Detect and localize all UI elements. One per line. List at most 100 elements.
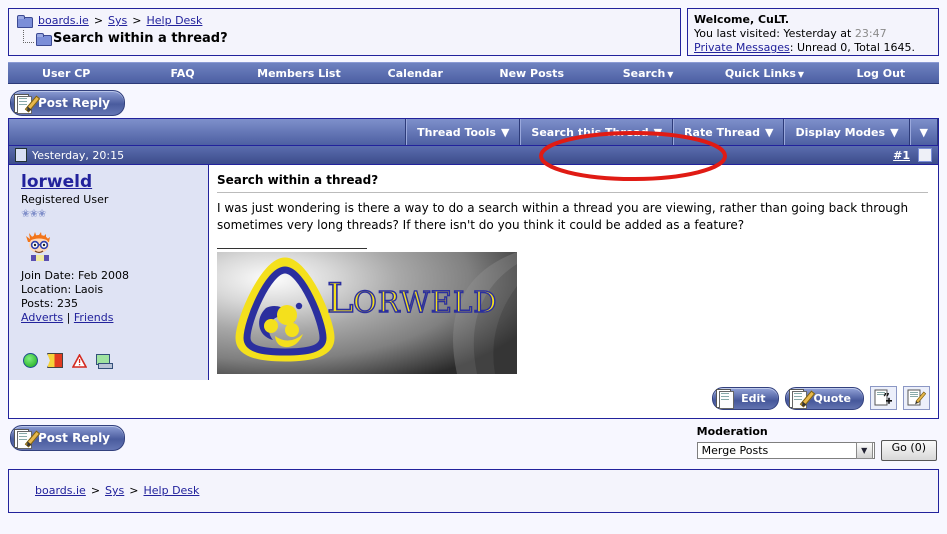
edit-label: Edit xyxy=(741,391,766,405)
nav-item-quick-links[interactable]: Quick Links ▼ xyxy=(706,67,822,80)
folder-icon xyxy=(17,15,33,28)
signature-image: L ORWELD xyxy=(217,252,517,374)
post-actions: Edit Quote ” xyxy=(9,380,938,418)
post-user-panel: lorweld Registered User ✬✬✬ Join Date: F… xyxy=(9,165,209,380)
report-flag-icon[interactable] xyxy=(47,353,63,368)
post-timestamp-group: Yesterday, 20:15 xyxy=(15,148,124,162)
moderation-select[interactable]: Merge Posts ▼ xyxy=(696,442,875,459)
nav-item-calendar[interactable]: Calendar xyxy=(357,67,473,80)
post-number-link[interactable]: #1 xyxy=(893,149,910,162)
rate-thread-button[interactable]: Rate Thread ▼ xyxy=(673,119,785,145)
post-reply-label: Post Reply xyxy=(38,431,110,445)
post-reply-icon xyxy=(13,93,41,114)
quote-pencil-icon xyxy=(788,388,815,409)
footer-breadcrumb-panel: boards.ie > Sys > Help Desk xyxy=(8,469,939,513)
welcome-panel: Welcome, CuLT. You last visited: Yesterd… xyxy=(687,8,939,56)
chevron-down-icon: ▼ xyxy=(500,125,510,139)
edit-scissors-icon xyxy=(715,388,737,409)
footer-link-boards[interactable]: boards.ie xyxy=(35,484,86,498)
page-header: boards.ie > Sys > Help Desk Search withi… xyxy=(0,0,947,56)
breadcrumb-separator: > xyxy=(90,484,101,497)
breadcrumb-separator: > xyxy=(129,484,139,497)
private-messages-link[interactable]: Private Messages xyxy=(694,41,790,54)
nav-item-members-list[interactable]: Members List xyxy=(241,67,357,80)
post-timestamp: Yesterday, 20:15 xyxy=(32,148,125,162)
breadcrumb-link-helpdesk[interactable]: Help Desk xyxy=(147,14,203,28)
link-separator: | xyxy=(66,311,71,324)
breadcrumb-separator: > xyxy=(132,14,142,27)
chevron-down-icon: ▼ xyxy=(797,69,805,79)
thread-toolbar-wrapper: Thread Tools ▼ Search this Thread ▼ Rate… xyxy=(8,118,939,146)
last-visited-time: 23:47 xyxy=(854,27,887,40)
user-status-icons xyxy=(23,353,113,369)
post-header-row: Yesterday, 20:15 #1 xyxy=(9,146,938,165)
thread-tools-button[interactable]: Thread Tools ▼ xyxy=(406,119,521,145)
breadcrumb-link-sys[interactable]: Sys xyxy=(108,14,127,28)
moderation-controls: Merge Posts ▼ Go (0) xyxy=(696,440,937,461)
multi-quote-icon[interactable]: ” xyxy=(870,386,897,410)
last-visited: You last visited: Yesterday at 23:47 xyxy=(694,27,932,41)
post-title-divider xyxy=(217,192,928,193)
user-title: Registered User xyxy=(21,193,109,206)
user-post-count: Posts: 235 xyxy=(21,297,78,310)
user-join-date: Join Date: Feb 2008 xyxy=(21,269,129,282)
post-reply-button-bottom[interactable]: Post Reply xyxy=(10,425,125,451)
page-icon xyxy=(15,148,27,162)
forum-thread-page: boards.ie > Sys > Help Desk Search withi… xyxy=(0,0,947,534)
display-modes-button[interactable]: Display Modes ▼ xyxy=(784,119,910,145)
nav-item-user-cp[interactable]: User CP xyxy=(8,67,124,80)
private-messages-row: Private Messages: Unread 0, Total 1645. xyxy=(694,41,932,55)
nav-label: Calendar xyxy=(387,66,443,80)
footer-link-sys[interactable]: Sys xyxy=(105,484,124,498)
chevron-down-icon: ▼ xyxy=(855,442,873,459)
nav-label: Search xyxy=(622,66,666,80)
post-body: lorweld Registered User ✬✬✬ Join Date: F… xyxy=(9,165,938,380)
rate-thread-label: Rate Thread xyxy=(684,125,761,139)
nav-label: Members List xyxy=(257,66,341,80)
breadcrumb-link-boards[interactable]: boards.ie xyxy=(38,14,89,28)
post-table: Yesterday, 20:15 #1 lorweld Registered U… xyxy=(8,146,939,419)
online-status-icon[interactable] xyxy=(23,353,38,368)
footer-link-helpdesk[interactable]: Help Desk xyxy=(144,484,200,498)
chevron-down-icon: ▼ xyxy=(667,69,674,79)
moderation-go-button[interactable]: Go (0) xyxy=(880,440,937,461)
moderation-label: Moderation xyxy=(696,425,768,438)
main-navigation: User CP FAQ Members List Calendar New Po… xyxy=(8,62,939,84)
quick-reply-icon[interactable] xyxy=(903,386,930,410)
nav-label: Quick Links xyxy=(724,66,796,80)
user-links: Adverts | Friends xyxy=(21,311,208,325)
svg-text:ORWELD: ORWELD xyxy=(353,285,497,319)
user-details: Join Date: Feb 2008 Location: Laois Post… xyxy=(21,269,208,325)
warning-triangle-icon[interactable] xyxy=(72,353,87,368)
ip-computer-icon[interactable] xyxy=(96,353,113,369)
search-this-thread-button[interactable]: Search this Thread ▼ xyxy=(520,119,674,145)
post-reply-icon xyxy=(13,428,41,449)
nav-item-search[interactable]: Search ▼ xyxy=(590,67,706,80)
post-reply-button-top[interactable]: Post Reply xyxy=(10,90,125,116)
edit-button[interactable]: Edit xyxy=(712,386,779,410)
adverts-link[interactable]: Adverts xyxy=(21,311,63,324)
moderation-panel: Moderation Merge Posts ▼ Go (0) xyxy=(696,425,937,461)
chevron-down-icon: ▼ xyxy=(919,125,928,139)
user-location: Location: Laois xyxy=(21,283,104,296)
svg-text:L: L xyxy=(327,276,355,322)
nav-item-new-posts[interactable]: New Posts xyxy=(474,67,590,80)
friends-link[interactable]: Friends xyxy=(74,311,114,324)
user-rank-stars: ✬✬✬ xyxy=(21,207,47,220)
nav-item-log-out[interactable]: Log Out xyxy=(823,67,939,80)
post-number-group: #1 xyxy=(893,148,932,162)
toolbar-overflow-button[interactable]: ▼ xyxy=(909,119,938,145)
moderation-selected-option: Merge Posts xyxy=(701,444,769,457)
bottom-bar: Post Reply Moderation Merge Posts ▼ Go (… xyxy=(0,419,947,461)
signature-divider xyxy=(217,248,367,249)
post-select-checkbox[interactable] xyxy=(918,148,932,162)
avatar[interactable] xyxy=(23,229,57,261)
quote-button[interactable]: Quote xyxy=(784,386,864,410)
last-visited-label: You last visited: Yesterday at xyxy=(694,27,852,40)
breadcrumb-panel: boards.ie > Sys > Help Desk Search withi… xyxy=(8,8,681,56)
nav-item-faq[interactable]: FAQ xyxy=(124,67,240,80)
chevron-down-icon: ▼ xyxy=(653,125,663,139)
breadcrumb: boards.ie > Sys > Help Desk xyxy=(17,14,672,28)
nav-label: New Posts xyxy=(499,66,564,80)
username-link[interactable]: lorweld xyxy=(21,172,92,192)
